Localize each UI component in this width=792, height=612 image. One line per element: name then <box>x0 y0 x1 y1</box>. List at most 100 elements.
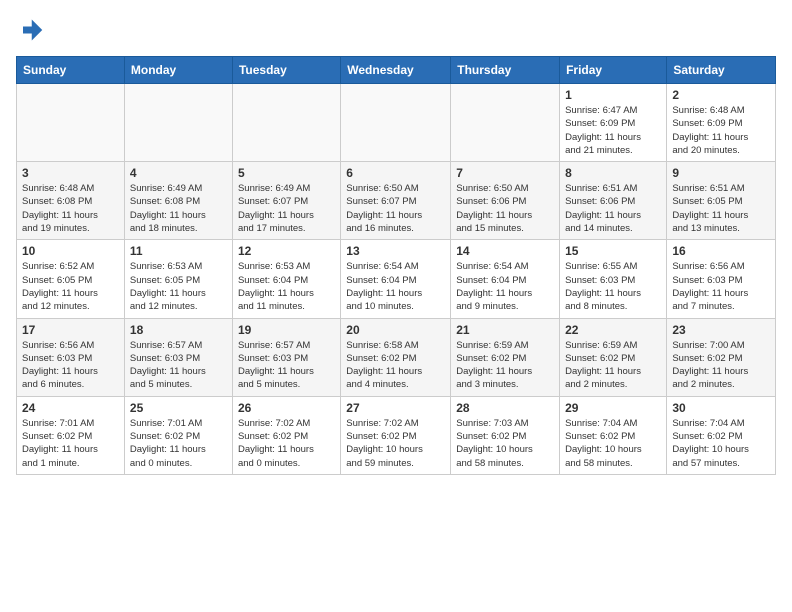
day-info: Sunrise: 6:49 AM Sunset: 6:07 PM Dayligh… <box>238 182 335 235</box>
day-info: Sunrise: 6:59 AM Sunset: 6:02 PM Dayligh… <box>456 339 554 392</box>
day-info: Sunrise: 7:02 AM Sunset: 6:02 PM Dayligh… <box>346 417 445 470</box>
calendar-cell: 27 Sunrise: 7:02 AM Sunset: 6:02 PM Dayli… <box>341 396 451 474</box>
day-header-sunday: Sunday <box>17 57 125 84</box>
calendar-cell: 12 Sunrise: 6:53 AM Sunset: 6:04 PM Dayli… <box>232 240 340 318</box>
calendar-cell <box>17 84 125 162</box>
day-info: Sunrise: 6:52 AM Sunset: 6:05 PM Dayligh… <box>22 260 119 313</box>
calendar-cell <box>341 84 451 162</box>
day-number: 6 <box>346 166 445 180</box>
day-info: Sunrise: 7:03 AM Sunset: 6:02 PM Dayligh… <box>456 417 554 470</box>
calendar-cell: 16Sunrise: 6:56 AM Sunset: 6:03 PM Dayli… <box>667 240 776 318</box>
day-number: 29 <box>565 401 661 415</box>
calendar-cell: 13 Sunrise: 6:54 AM Sunset: 6:04 PM Dayli… <box>341 240 451 318</box>
day-number: 16 <box>672 244 770 258</box>
day-info: Sunrise: 6:50 AM Sunset: 6:07 PM Dayligh… <box>346 182 445 235</box>
day-info: Sunrise: 6:59 AM Sunset: 6:02 PM Dayligh… <box>565 339 661 392</box>
calendar-week-row: 10 Sunrise: 6:52 AM Sunset: 6:05 PM Dayli… <box>17 240 776 318</box>
calendar-cell: 8 Sunrise: 6:51 AM Sunset: 6:06 PM Daylig… <box>560 162 667 240</box>
logo <box>16 16 48 44</box>
day-info: Sunrise: 6:48 AM Sunset: 6:08 PM Dayligh… <box>22 182 119 235</box>
day-info: Sunrise: 6:58 AM Sunset: 6:02 PM Dayligh… <box>346 339 445 392</box>
page-header <box>16 16 776 44</box>
day-number: 14 <box>456 244 554 258</box>
day-info: Sunrise: 6:54 AM Sunset: 6:04 PM Dayligh… <box>346 260 445 313</box>
day-number: 13 <box>346 244 445 258</box>
day-header-thursday: Thursday <box>451 57 560 84</box>
day-info: Sunrise: 6:53 AM Sunset: 6:04 PM Dayligh… <box>238 260 335 313</box>
day-number: 11 <box>130 244 227 258</box>
calendar-cell: 11 Sunrise: 6:53 AM Sunset: 6:05 PM Dayli… <box>124 240 232 318</box>
day-header-friday: Friday <box>560 57 667 84</box>
calendar-cell: 7 Sunrise: 6:50 AM Sunset: 6:06 PM Daylig… <box>451 162 560 240</box>
day-number: 28 <box>456 401 554 415</box>
day-number: 1 <box>565 88 661 102</box>
day-info: Sunrise: 6:53 AM Sunset: 6:05 PM Dayligh… <box>130 260 227 313</box>
day-info: Sunrise: 6:56 AM Sunset: 6:03 PM Dayligh… <box>22 339 119 392</box>
calendar-cell: 28 Sunrise: 7:03 AM Sunset: 6:02 PM Dayli… <box>451 396 560 474</box>
logo-icon <box>16 16 44 44</box>
calendar-cell: 2 Sunrise: 6:48 AM Sunset: 6:09 PM Daylig… <box>667 84 776 162</box>
day-info: Sunrise: 7:01 AM Sunset: 6:02 PM Dayligh… <box>22 417 119 470</box>
day-info: Sunrise: 6:55 AM Sunset: 6:03 PM Dayligh… <box>565 260 661 313</box>
calendar-cell: 9Sunrise: 6:51 AM Sunset: 6:05 PM Daylig… <box>667 162 776 240</box>
calendar-cell: 4 Sunrise: 6:49 AM Sunset: 6:08 PM Daylig… <box>124 162 232 240</box>
day-info: Sunrise: 7:00 AM Sunset: 6:02 PM Dayligh… <box>672 339 770 392</box>
day-number: 12 <box>238 244 335 258</box>
calendar-cell: 15 Sunrise: 6:55 AM Sunset: 6:03 PM Dayli… <box>560 240 667 318</box>
day-number: 24 <box>22 401 119 415</box>
day-number: 17 <box>22 323 119 337</box>
calendar-cell: 29 Sunrise: 7:04 AM Sunset: 6:02 PM Dayli… <box>560 396 667 474</box>
day-number: 4 <box>130 166 227 180</box>
day-number: 30 <box>672 401 770 415</box>
day-info: Sunrise: 6:50 AM Sunset: 6:06 PM Dayligh… <box>456 182 554 235</box>
day-number: 7 <box>456 166 554 180</box>
day-info: Sunrise: 6:49 AM Sunset: 6:08 PM Dayligh… <box>130 182 227 235</box>
calendar-cell: 25 Sunrise: 7:01 AM Sunset: 6:02 PM Dayli… <box>124 396 232 474</box>
day-number: 22 <box>565 323 661 337</box>
calendar-cell: 5 Sunrise: 6:49 AM Sunset: 6:07 PM Daylig… <box>232 162 340 240</box>
day-info: Sunrise: 7:04 AM Sunset: 6:02 PM Dayligh… <box>565 417 661 470</box>
day-number: 8 <box>565 166 661 180</box>
day-number: 15 <box>565 244 661 258</box>
day-number: 23 <box>672 323 770 337</box>
calendar-cell: 3Sunrise: 6:48 AM Sunset: 6:08 PM Daylig… <box>17 162 125 240</box>
day-info: Sunrise: 6:51 AM Sunset: 6:06 PM Dayligh… <box>565 182 661 235</box>
calendar-cell <box>232 84 340 162</box>
day-info: Sunrise: 6:54 AM Sunset: 6:04 PM Dayligh… <box>456 260 554 313</box>
day-number: 27 <box>346 401 445 415</box>
day-number: 5 <box>238 166 335 180</box>
calendar-cell: 24 Sunrise: 7:01 AM Sunset: 6:02 PM Dayli… <box>17 396 125 474</box>
calendar-week-row: 3Sunrise: 6:48 AM Sunset: 6:08 PM Daylig… <box>17 162 776 240</box>
calendar-cell: 18 Sunrise: 6:57 AM Sunset: 6:03 PM Dayli… <box>124 318 232 396</box>
day-number: 10 <box>22 244 119 258</box>
calendar-table: SundayMondayTuesdayWednesdayThursdayFrid… <box>16 56 776 475</box>
day-info: Sunrise: 6:47 AM Sunset: 6:09 PM Dayligh… <box>565 104 661 157</box>
calendar-week-row: 17 Sunrise: 6:56 AM Sunset: 6:03 PM Dayli… <box>17 318 776 396</box>
day-number: 26 <box>238 401 335 415</box>
calendar-cell: 14 Sunrise: 6:54 AM Sunset: 6:04 PM Dayli… <box>451 240 560 318</box>
calendar-cell: 30 Sunrise: 7:04 AM Sunset: 6:02 PM Dayli… <box>667 396 776 474</box>
day-header-monday: Monday <box>124 57 232 84</box>
calendar-cell: 23 Sunrise: 7:00 AM Sunset: 6:02 PM Dayli… <box>667 318 776 396</box>
calendar-cell: 26 Sunrise: 7:02 AM Sunset: 6:02 PM Dayli… <box>232 396 340 474</box>
calendar-cell: 19Sunrise: 6:57 AM Sunset: 6:03 PM Dayli… <box>232 318 340 396</box>
day-info: Sunrise: 7:04 AM Sunset: 6:02 PM Dayligh… <box>672 417 770 470</box>
calendar-cell <box>451 84 560 162</box>
day-header-tuesday: Tuesday <box>232 57 340 84</box>
day-header-saturday: Saturday <box>667 57 776 84</box>
calendar-cell: 17 Sunrise: 6:56 AM Sunset: 6:03 PM Dayli… <box>17 318 125 396</box>
day-info: Sunrise: 6:48 AM Sunset: 6:09 PM Dayligh… <box>672 104 770 157</box>
calendar-cell: 1 Sunrise: 6:47 AM Sunset: 6:09 PM Daylig… <box>560 84 667 162</box>
day-number: 2 <box>672 88 770 102</box>
day-number: 9 <box>672 166 770 180</box>
calendar-week-row: 1 Sunrise: 6:47 AM Sunset: 6:09 PM Daylig… <box>17 84 776 162</box>
calendar-cell: 10 Sunrise: 6:52 AM Sunset: 6:05 PM Dayli… <box>17 240 125 318</box>
calendar-cell: 22 Sunrise: 6:59 AM Sunset: 6:02 PM Dayli… <box>560 318 667 396</box>
calendar-week-row: 24 Sunrise: 7:01 AM Sunset: 6:02 PM Dayli… <box>17 396 776 474</box>
day-info: Sunrise: 6:57 AM Sunset: 6:03 PM Dayligh… <box>130 339 227 392</box>
day-info: Sunrise: 7:02 AM Sunset: 6:02 PM Dayligh… <box>238 417 335 470</box>
day-number: 25 <box>130 401 227 415</box>
calendar-cell: 6 Sunrise: 6:50 AM Sunset: 6:07 PM Daylig… <box>341 162 451 240</box>
day-number: 18 <box>130 323 227 337</box>
day-info: Sunrise: 7:01 AM Sunset: 6:02 PM Dayligh… <box>130 417 227 470</box>
